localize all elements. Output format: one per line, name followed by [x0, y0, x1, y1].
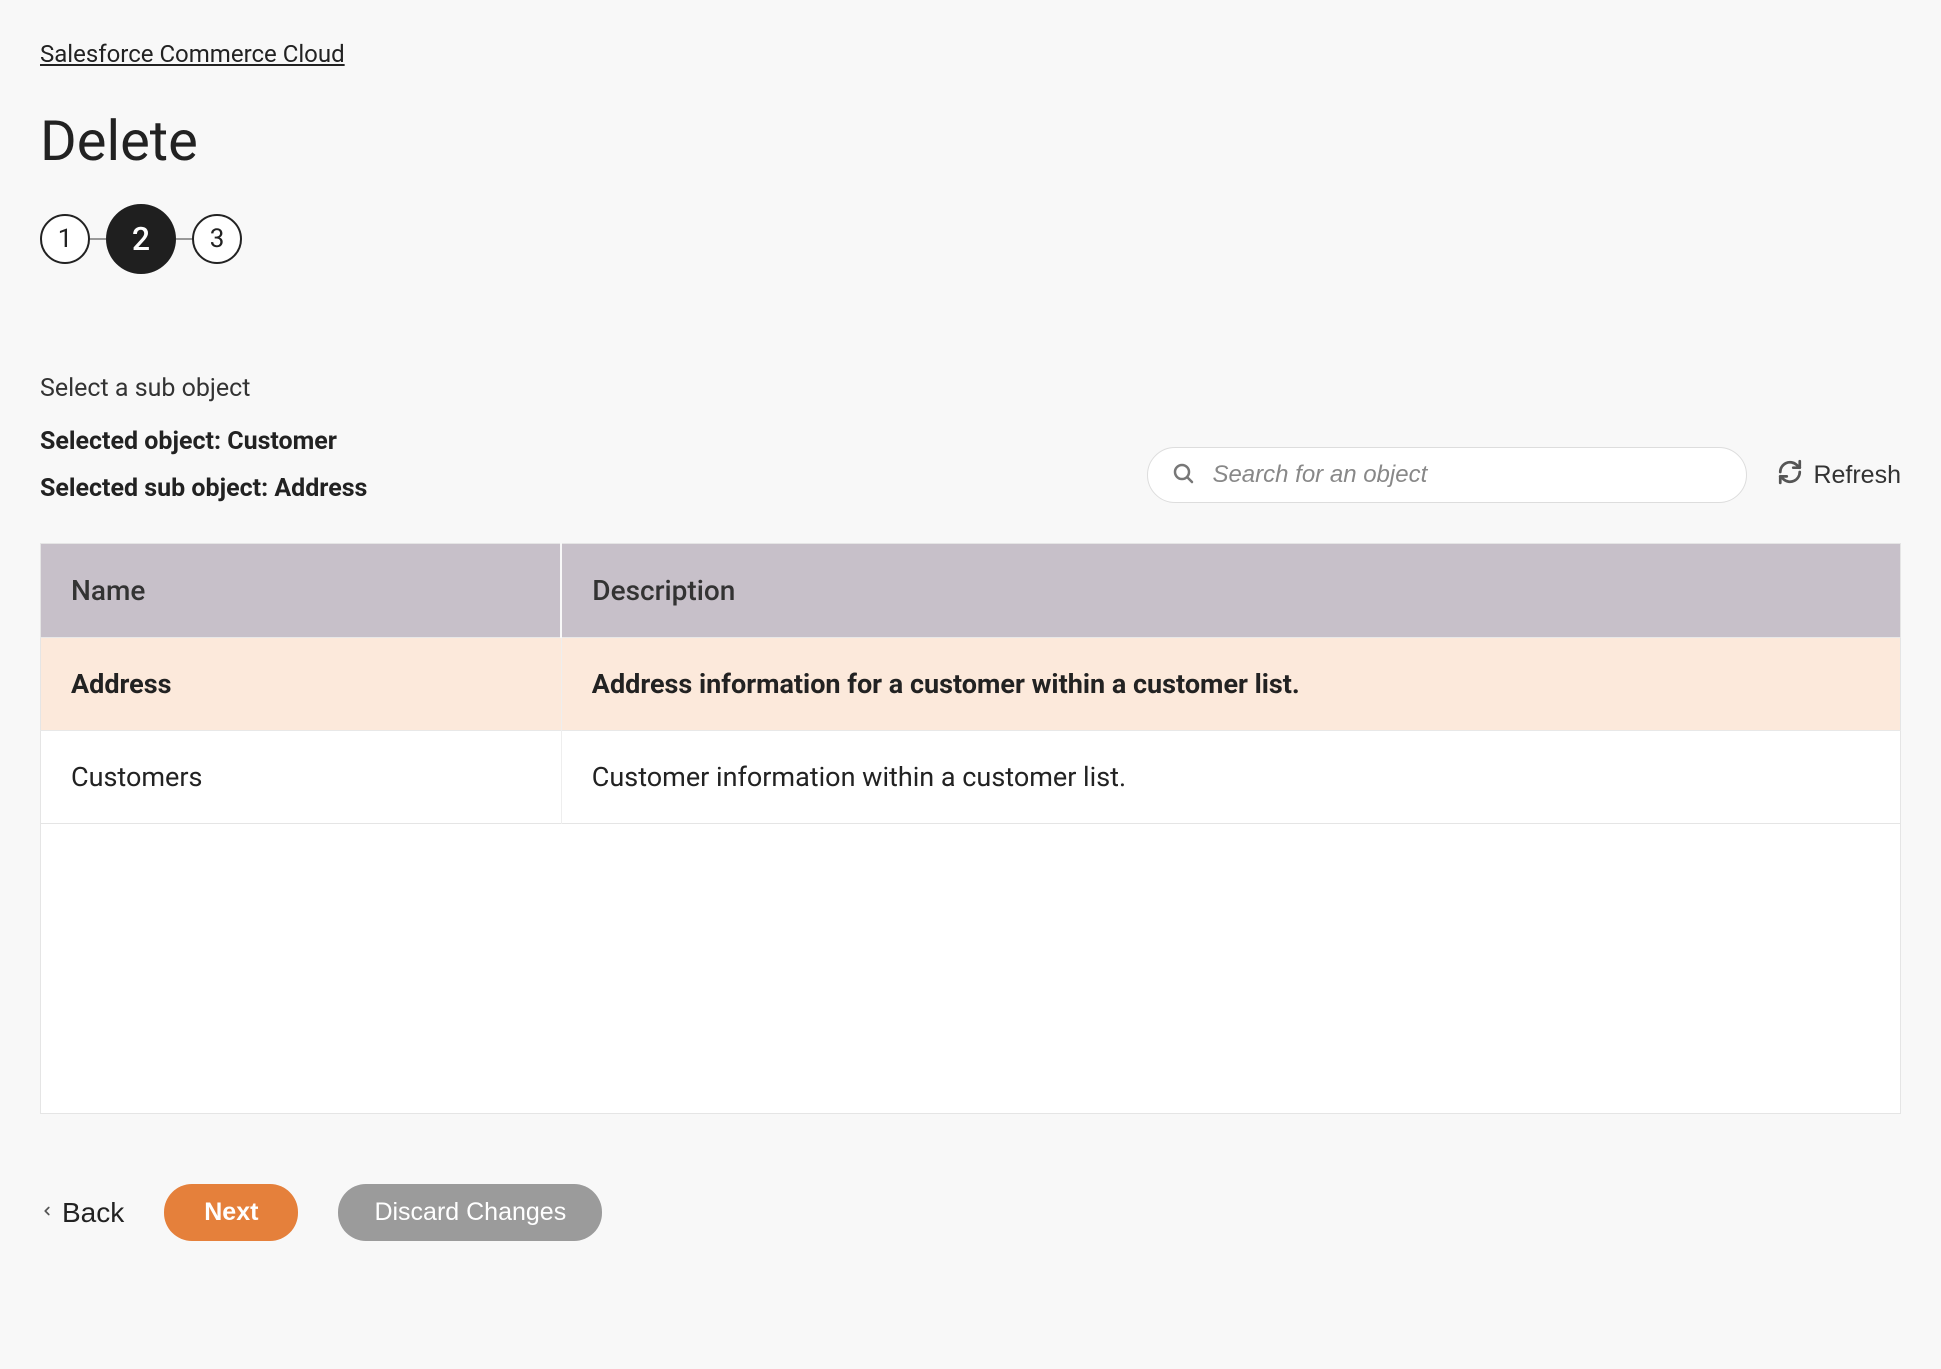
refresh-button[interactable]: Refresh	[1777, 459, 1901, 492]
step-connector	[176, 238, 192, 240]
table-row[interactable]: Customers Customer information within a …	[41, 731, 1901, 824]
step-2[interactable]: 2	[106, 204, 176, 274]
search-icon	[1171, 461, 1195, 489]
discard-changes-button[interactable]: Discard Changes	[338, 1184, 602, 1241]
chevron-left-icon	[40, 1201, 54, 1224]
table-cell-description: Customer information within a customer l…	[561, 731, 1900, 824]
table-empty-area	[40, 824, 1901, 1114]
table-cell-name: Address	[41, 638, 562, 731]
table-row[interactable]: Address Address information for a custom…	[41, 638, 1901, 731]
selected-sub-object-label: Selected sub object: Address	[40, 474, 1147, 503]
stepper: 1 2 3	[40, 204, 1901, 274]
next-button[interactable]: Next	[164, 1184, 298, 1241]
breadcrumb-link[interactable]: Salesforce Commerce Cloud	[40, 40, 345, 68]
back-button[interactable]: Back	[40, 1197, 124, 1229]
page-title: Delete	[40, 108, 1901, 174]
search-input[interactable]	[1147, 447, 1747, 503]
search-field-wrap	[1147, 447, 1747, 503]
back-label: Back	[62, 1197, 124, 1229]
step-connector	[90, 238, 106, 240]
table-header-description: Description	[561, 544, 1900, 638]
table-cell-description: Address information for a customer withi…	[561, 638, 1900, 731]
step-3[interactable]: 3	[192, 214, 242, 264]
refresh-icon	[1777, 459, 1803, 492]
step-1[interactable]: 1	[40, 214, 90, 264]
refresh-label: Refresh	[1813, 461, 1901, 490]
section-label: Select a sub object	[40, 374, 1901, 403]
footer-actions: Back Next Discard Changes	[40, 1184, 1901, 1241]
table-cell-name: Customers	[41, 731, 562, 824]
selected-object-label: Selected object: Customer	[40, 427, 1147, 456]
sub-object-table: Name Description Address Address informa…	[40, 543, 1901, 824]
table-header-name: Name	[41, 544, 562, 638]
